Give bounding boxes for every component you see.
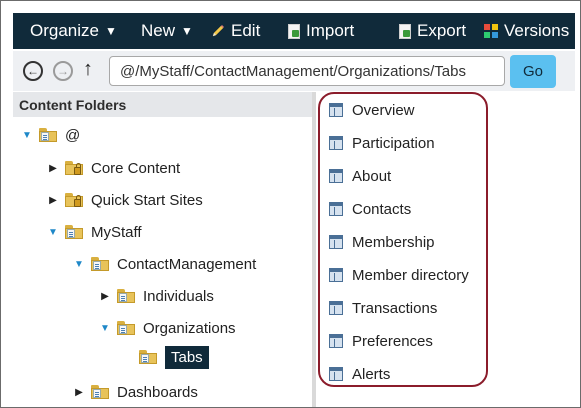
tree-item-root[interactable]: ▼ @ [21,122,80,148]
tab-item-participation[interactable]: Participation [329,131,435,155]
tab-page-icon [329,169,343,183]
export-button[interactable]: Export [399,13,466,49]
tab-item-label: Contacts [352,200,412,218]
new-label: New [141,21,176,40]
back-arrow-icon[interactable]: ← [23,61,43,81]
tab-item-transactions[interactable]: Transactions [329,296,437,320]
organize-menu[interactable]: Organize ▼ [30,13,117,49]
tab-page-icon [329,334,343,348]
expanded-triangle-icon[interactable]: ▼ [73,259,85,270]
tab-item-membership[interactable]: Membership [329,230,435,254]
tab-page-icon [329,103,343,117]
tab-item-overview[interactable]: Overview [329,98,415,122]
tree-item-core-content[interactable]: ▶ Core Content [47,155,180,181]
pencil-icon [212,25,224,37]
tree-item-quick-start-sites[interactable]: ▶ Quick Start Sites [47,187,203,213]
tree-item-dashboards[interactable]: ▶ Dashboards [73,379,198,405]
export-label: Export [417,21,467,40]
up-arrow-icon[interactable]: ↑ [83,58,93,81]
new-menu[interactable]: New ▼ [141,13,193,49]
tree-item-tabs[interactable]: Tabs [139,344,209,370]
tree-item-organizations[interactable]: ▼ Organizations [99,315,236,341]
toolbar: Organize ▼ New ▼ Edit Import Export Vers… [13,13,575,49]
tree-item-label: Dashboards [117,383,198,401]
folder-icon [117,321,135,335]
go-button[interactable]: Go [510,55,556,88]
versions-button[interactable]: Versions [484,13,569,49]
tab-item-label: About [352,167,392,185]
panel-splitter[interactable] [312,92,316,407]
tab-item-preferences[interactable]: Preferences [329,329,433,353]
expanded-triangle-icon[interactable]: ▼ [99,323,111,334]
folder-icon [91,257,109,271]
forward-arrow-icon[interactable]: → [53,61,73,81]
tab-page-icon [329,367,343,381]
versions-icon [484,24,498,38]
export-icon [399,23,411,39]
tree-item-label: Core Content [91,159,181,177]
collapsed-triangle-icon[interactable]: ▶ [99,291,111,302]
import-label: Import [306,21,355,40]
tree-item-label: Quick Start Sites [91,191,203,209]
locked-folder-icon [65,161,83,175]
folder-icon [91,385,109,399]
tree-item-individuals[interactable]: ▶ Individuals [99,283,214,309]
address-bar: ← → ↑ Go [13,51,575,91]
content-explorer-window: Organize ▼ New ▼ Edit Import Export Vers… [0,0,581,408]
tree-item-label: ContactManagement [117,255,257,273]
organize-label: Organize [30,21,99,40]
tree-item-contactmanagement[interactable]: ▼ ContactManagement [73,251,256,277]
tree-item-label: Individuals [143,287,214,305]
tab-item-label: Transactions [352,299,438,317]
tab-page-icon [329,136,343,150]
collapsed-triangle-icon[interactable]: ▶ [47,163,59,174]
content-folders-header: Content Folders [13,92,312,117]
folder-icon [65,225,83,239]
expanded-triangle-icon[interactable]: ▼ [47,227,59,238]
edit-button[interactable]: Edit [211,13,260,49]
collapsed-triangle-icon[interactable]: ▶ [73,387,85,398]
collapsed-triangle-icon[interactable]: ▶ [47,195,59,206]
tree-item-label: @ [65,126,81,144]
locked-folder-icon [65,193,83,207]
tab-item-alerts[interactable]: Alerts [329,362,390,386]
folder-icon [139,350,157,364]
tab-item-contacts[interactable]: Contacts [329,197,411,221]
tab-item-label: Participation [352,134,435,152]
tree-item-mystaff[interactable]: ▼ MyStaff [47,219,142,245]
expanded-triangle-icon[interactable]: ▼ [21,130,33,141]
versions-label: Versions [504,21,570,40]
tab-page-icon [329,268,343,282]
caret-down-icon: ▼ [181,24,193,38]
path-input[interactable] [109,56,505,86]
tree-item-label: Organizations [143,319,236,337]
edit-label: Edit [231,21,261,40]
import-icon [288,23,300,39]
import-button[interactable]: Import [288,13,354,49]
tab-item-label: Preferences [352,332,433,350]
folder-icon [39,128,57,142]
folder-icon [117,289,135,303]
tab-item-member-directory[interactable]: Member directory [329,263,469,287]
tree-item-label-selected: Tabs [165,345,209,369]
tab-page-icon [329,202,343,216]
tab-page-icon [329,235,343,249]
tab-item-about[interactable]: About [329,164,391,188]
tab-item-label: Member directory [352,266,469,284]
tab-item-label: Membership [352,233,435,251]
tab-item-label: Alerts [352,365,391,383]
tab-page-icon [329,301,343,315]
tab-item-label: Overview [352,101,415,119]
caret-down-icon: ▼ [104,24,117,38]
tree-item-label: MyStaff [91,223,142,241]
